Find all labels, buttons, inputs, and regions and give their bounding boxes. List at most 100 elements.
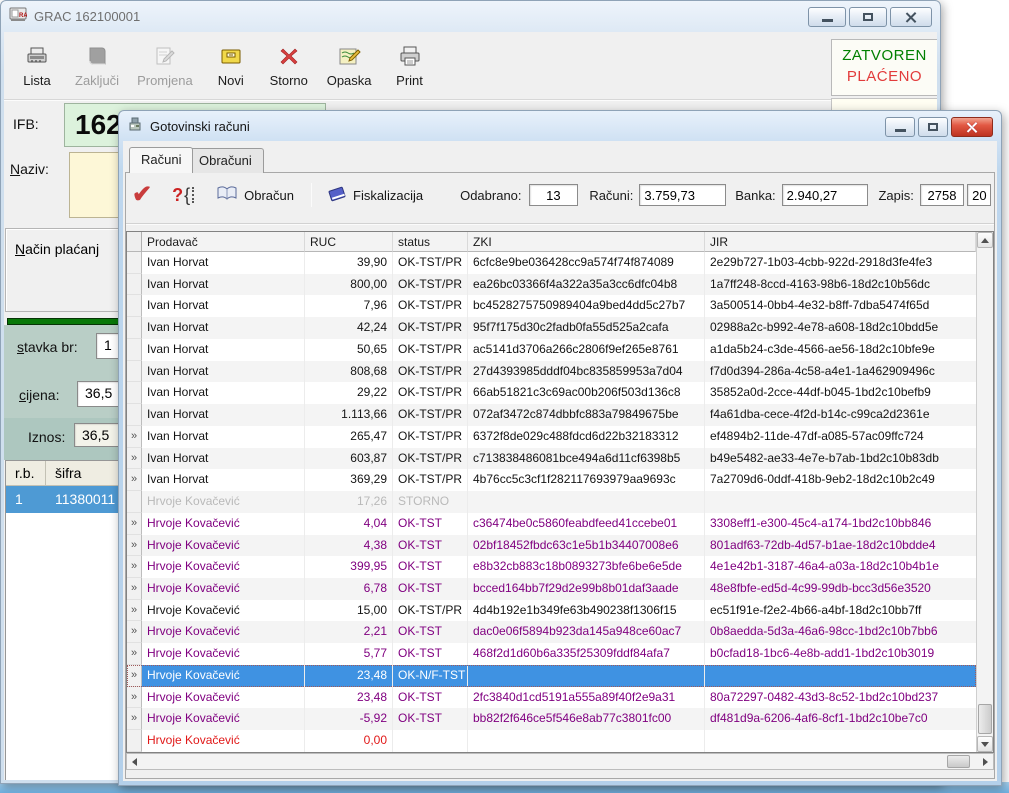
background-titlebar[interactable]: RA GRAC 162100001	[1, 1, 940, 32]
odabrano-field[interactable]: 13	[529, 184, 579, 206]
obracun-button[interactable]: Obračun	[211, 182, 299, 208]
cell-jir: f4a61dba-cece-4f2d-b14c-c99ca2d2361e	[705, 404, 976, 426]
vertical-scroll-thumb[interactable]	[978, 704, 992, 734]
table-row[interactable]: Hrvoje Kovačević17,26STORNO	[127, 491, 976, 513]
table-row[interactable]: »Hrvoje Kovačević15,00OK-TST/PR4d4b192e1…	[127, 600, 976, 622]
toolbar-button-novi[interactable]: Novi	[202, 41, 260, 91]
row-marker: »	[127, 643, 142, 665]
toolbar-separator	[4, 99, 937, 101]
cell-ruc: 29,22	[305, 382, 393, 404]
scroll-right-button[interactable]	[978, 755, 993, 768]
horizontal-scrollbar[interactable]	[126, 753, 994, 770]
table-row[interactable]: »Hrvoje Kovačević2,21OK-TSTdac0e06f5894b…	[127, 621, 976, 643]
cell-jir	[705, 730, 976, 752]
dialog-maximize-button[interactable]	[918, 117, 948, 137]
toolbar-button-opaska[interactable]: Opaska	[318, 41, 381, 91]
row-marker: »	[127, 535, 142, 557]
banka-field[interactable]: 2.940,27	[782, 184, 869, 206]
confirm-check-icon[interactable]: ✔	[132, 184, 152, 206]
toolbar-button-lista[interactable]: Lista	[8, 41, 66, 91]
table-row[interactable]: »Hrvoje Kovačević-5,92OK-TSTbb82f2f646ce…	[127, 708, 976, 730]
tab-obracuni[interactable]: Obračuni	[187, 148, 264, 173]
scroll-down-button[interactable]	[977, 736, 993, 752]
table-row[interactable]: »Ivan Horvat369,29OK-TST/PR4b76cc5c3cf1f…	[127, 469, 976, 491]
table-row[interactable]: Ivan Horvat39,90OK-TST/PR6cfc8e9be036428…	[127, 252, 976, 274]
gotovinski-racuni-dialog: Gotovinski računi Računi Obračuni ✔ ?{ O…	[118, 110, 1002, 786]
cell-name: Ivan Horvat	[142, 382, 305, 404]
cell-ruc: 39,90	[305, 252, 393, 274]
table-row[interactable]: Hrvoje Kovačević0,00	[127, 730, 976, 752]
col-jir[interactable]: JIR	[705, 232, 976, 252]
table-row[interactable]: »Hrvoje Kovačević23,48OK-N/F-TST	[127, 665, 976, 687]
cell-name: Hrvoje Kovačević	[142, 513, 305, 535]
table-row[interactable]: »Hrvoje Kovačević399,95OK-TSTe8b32cb883c…	[127, 556, 976, 578]
cell-name: Hrvoje Kovačević	[142, 687, 305, 709]
toolbar-button-print[interactable]: Print	[381, 41, 439, 91]
cell-ruc: 42,24	[305, 317, 393, 339]
horizontal-scroll-thumb[interactable]	[947, 755, 970, 768]
zapis-field[interactable]: 2758	[920, 184, 964, 206]
cell-ruc: 17,26	[305, 491, 393, 513]
col-sifra[interactable]: šifra	[46, 461, 81, 485]
dialog-icon	[127, 116, 143, 137]
table-row[interactable]: Ivan Horvat800,00OK-TST/PRea26bc03366f4a…	[127, 274, 976, 296]
racuni-field[interactable]: 3.759,73	[639, 184, 726, 206]
cell-status: OK-TST/PR	[393, 317, 468, 339]
cell-name: Ivan Horvat	[142, 361, 305, 383]
table-row[interactable]: Ivan Horvat42,24OK-TST/PR95f7f175d30c2fa…	[127, 317, 976, 339]
cell-jir: 80a72297-0482-43d3-8c52-1bd2c10bd237	[705, 687, 976, 709]
vertical-scrollbar[interactable]	[976, 232, 993, 752]
cijena-label: cijena:	[19, 387, 59, 403]
table-row[interactable]: »Hrvoje Kovačević6,78OK-TSTbcced164bb7f2…	[127, 578, 976, 600]
cell-ruc: 2,21	[305, 621, 393, 643]
maximize-button[interactable]	[849, 7, 887, 27]
row-marker	[127, 404, 142, 426]
zapis-field-2[interactable]: 20	[967, 184, 991, 206]
table-row[interactable]: »Ivan Horvat603,87OK-TST/PRc713838486081…	[127, 448, 976, 470]
row-marker: »	[127, 600, 142, 622]
table-row[interactable]: »Hrvoje Kovačević23,48OK-TST2fc3840d1cd5…	[127, 687, 976, 709]
status-closed: ZATVOREN	[832, 47, 937, 64]
table-row[interactable]: Ivan Horvat7,96OK-TST/PRbc45282757509894…	[127, 295, 976, 317]
cell-status: OK-TST	[393, 556, 468, 578]
table-row[interactable]: Ivan Horvat29,22OK-TST/PR66ab51821c3c69a…	[127, 382, 976, 404]
table-row[interactable]: »Ivan Horvat265,47OK-TST/PR6372f8de029c4…	[127, 426, 976, 448]
tab-racuni[interactable]: Računi	[129, 147, 193, 173]
col-prodavac[interactable]: Prodavač	[142, 232, 305, 252]
cell-ruc: 0,00	[305, 730, 393, 752]
table-row[interactable]: Ivan Horvat1.113,66OK-TST/PR072af3472c87…	[127, 404, 976, 426]
toolbar-underline	[126, 223, 994, 225]
table-row[interactable]: »Hrvoje Kovačević5,77OK-TST468f2d1d60b6a…	[127, 643, 976, 665]
scroll-up-button[interactable]	[977, 232, 993, 248]
table-row[interactable]: »Hrvoje Kovačević4,38OK-TST02bf18452fbdc…	[127, 535, 976, 557]
cell-zki: c713838486081bce494a6d11cf6398b5	[468, 448, 705, 470]
minimize-button[interactable]	[808, 7, 846, 27]
col-ruc[interactable]: RUC	[305, 232, 393, 252]
table-row[interactable]: Ivan Horvat50,65OK-TST/PRac5141d3706a266…	[127, 339, 976, 361]
row-marker: »	[127, 621, 142, 643]
cell-zki: 66ab51821c3c69ac00b206f503d136c8	[468, 382, 705, 404]
dialog-minimize-button[interactable]	[885, 117, 915, 137]
naziv-label: Naziv:	[10, 161, 49, 177]
dialog-titlebar[interactable]: Gotovinski računi	[119, 111, 1001, 142]
query-brace-icon[interactable]: ?{	[172, 185, 195, 206]
col-rb[interactable]: r.b.	[6, 461, 46, 485]
cell-jir: b0cfad18-1bc6-4e8b-add1-1bd2c10b3019	[705, 643, 976, 665]
table-row[interactable]: »Hrvoje Kovačević4,04OK-TSTc36474be0c586…	[127, 513, 976, 535]
cell-jir: ec51f91e-f2e2-4b66-a4bf-18d2c10bb7ff	[705, 600, 976, 622]
cell-ruc: 23,48	[305, 687, 393, 709]
cell-ruc: 6,78	[305, 578, 393, 600]
cell-ruc: -5,92	[305, 708, 393, 730]
toolbar-button-storno[interactable]: Storno	[260, 41, 318, 91]
cell-ruc: 50,65	[305, 339, 393, 361]
table-row[interactable]: Ivan Horvat808,68OK-TST/PR27d4393985dddf…	[127, 361, 976, 383]
dialog-close-button[interactable]	[951, 117, 993, 137]
fiskalizacija-button[interactable]: Fiskalizacija	[322, 182, 428, 208]
close-button[interactable]	[890, 7, 932, 27]
col-marker[interactable]	[127, 232, 142, 252]
scroll-left-button[interactable]	[127, 755, 142, 768]
col-status[interactable]: status	[393, 232, 468, 252]
toolbar-button-label: Promjena	[137, 73, 193, 88]
cell-zki: 4b76cc5c3cf1f282117693979aa9693c	[468, 469, 705, 491]
col-zki[interactable]: ZKI	[468, 232, 705, 252]
